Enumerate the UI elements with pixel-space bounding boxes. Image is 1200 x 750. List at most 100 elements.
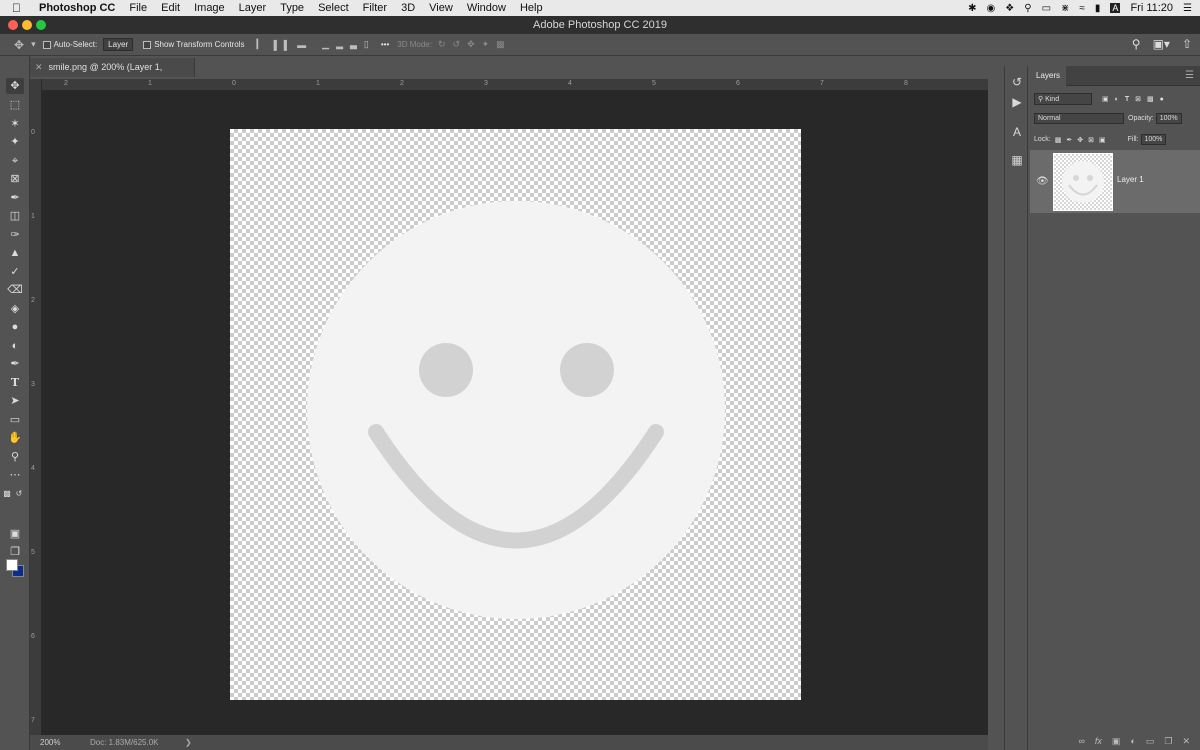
menu-select[interactable]: Select: [318, 2, 349, 14]
filter-toggle-icon[interactable]: ●: [1160, 96, 1164, 103]
new-group-icon[interactable]: ▭: [1146, 736, 1155, 747]
align-bottom-edges-icon[interactable]: ▃: [350, 39, 357, 50]
apple-icon[interactable]: : [12, 1, 32, 15]
close-document-icon[interactable]: ✕: [35, 62, 43, 72]
new-layer-icon[interactable]: ❐: [1164, 736, 1172, 747]
marquee-tool-icon[interactable]: ⬚: [6, 97, 24, 113]
input-source-indicator[interactable]: A: [1110, 3, 1121, 13]
menu-filter[interactable]: Filter: [363, 2, 387, 14]
lock-all-icon[interactable]: ▣: [1099, 136, 1106, 144]
wifi-icon[interactable]: ≈: [1079, 3, 1085, 14]
edit-toolbar-icon[interactable]: ⋯: [6, 467, 24, 483]
healing-brush-tool-icon[interactable]: ◫: [6, 208, 24, 224]
3d-slide-icon[interactable]: ✦: [482, 39, 490, 50]
document-tab[interactable]: ✕smile.png @ 200% (Layer 1, RGB/8): [30, 58, 195, 91]
lock-artboard-icon[interactable]: ⊠: [1088, 136, 1094, 144]
menu-layer[interactable]: Layer: [239, 2, 267, 14]
menu-view[interactable]: View: [429, 2, 453, 14]
filter-shape-icon[interactable]: ⊠: [1135, 95, 1141, 103]
distribute-horizontal-icon[interactable]: ▯: [364, 39, 369, 50]
opacity-field[interactable]: 100%: [1155, 113, 1182, 124]
menu-edit[interactable]: Edit: [161, 2, 180, 14]
filter-smart-object-icon[interactable]: ▩: [1147, 95, 1154, 103]
vertical-ruler[interactable]: 0 1 2 3 4 5 6 7: [30, 79, 42, 735]
bluetooth-icon[interactable]: ✱: [968, 3, 976, 14]
dodge-tool-icon[interactable]: ◐: [6, 338, 24, 354]
paint-bucket-tool-icon[interactable]: ◈: [6, 301, 24, 317]
type-tool-icon[interactable]: T: [6, 375, 24, 391]
history-brush-tool-icon[interactable]: ✓: [6, 264, 24, 280]
properties-panel-icon[interactable]: ▦: [1009, 152, 1025, 168]
link-layers-icon[interactable]: ∞: [1078, 736, 1084, 746]
hand-tool-icon[interactable]: ✋: [6, 430, 24, 446]
filter-adjustment-icon[interactable]: ◐: [1115, 96, 1119, 103]
search-icon[interactable]: ⚲: [1132, 37, 1141, 51]
chevron-down-icon[interactable]: ▾: [31, 39, 36, 50]
distribute-vertical-icon[interactable]: ▬: [297, 40, 306, 50]
layer-style-fx-button[interactable]: fx: [1095, 736, 1102, 746]
zoom-level-field[interactable]: 200%: [30, 738, 90, 747]
align-horizontal-centers-icon[interactable]: ▐: [270, 40, 276, 50]
lasso-tool-icon[interactable]: ✶: [6, 116, 24, 132]
adjustment-layer-icon[interactable]: ◐: [1130, 736, 1135, 746]
battery-icon[interactable]: ▮: [1095, 3, 1101, 14]
menu-3d[interactable]: 3D: [401, 2, 415, 14]
layers-tab[interactable]: Layers: [1030, 66, 1066, 86]
3d-roll-icon[interactable]: ↺: [453, 39, 461, 50]
delete-layer-icon[interactable]: ✕: [1182, 736, 1190, 747]
fill-field[interactable]: 100%: [1140, 134, 1167, 145]
add-mask-icon[interactable]: ▣: [1112, 736, 1121, 747]
auto-select-dropdown[interactable]: Layer: [103, 38, 134, 51]
default-colors-icon[interactable]: ▩: [2, 486, 12, 502]
align-vertical-centers-icon[interactable]: ▂: [336, 39, 343, 50]
align-top-edges-icon[interactable]: ▁: [322, 39, 329, 50]
network-icon[interactable]: ⋇: [1061, 3, 1069, 14]
menu-help[interactable]: Help: [520, 2, 543, 14]
layer-thumbnail[interactable]: [1053, 153, 1113, 211]
menu-window[interactable]: Window: [467, 2, 506, 14]
dropbox-icon[interactable]: ❖: [1005, 3, 1014, 14]
more-options-button[interactable]: •••: [381, 40, 389, 49]
filter-type-icon[interactable]: T: [1125, 96, 1129, 103]
auto-select-checkbox[interactable]: [42, 40, 51, 49]
pen-tool-icon[interactable]: ✒: [6, 356, 24, 372]
clone-stamp-tool-icon[interactable]: ▲: [6, 245, 24, 261]
share-icon[interactable]: ⇧: [1182, 37, 1192, 51]
menu-image[interactable]: Image: [194, 2, 225, 14]
menu-file[interactable]: File: [129, 2, 147, 14]
horizontal-ruler[interactable]: 2 1 0 1 2 3 4 5 6 7 8: [42, 79, 988, 91]
3d-orbit-icon[interactable]: ↻: [438, 39, 446, 50]
actions-panel-icon[interactable]: ▶: [1009, 94, 1025, 110]
path-selection-tool-icon[interactable]: ➤: [6, 393, 24, 409]
character-panel-icon[interactable]: A: [1009, 124, 1025, 140]
zoom-tool-icon[interactable]: ⚲: [6, 449, 24, 465]
show-transform-checkbox[interactable]: [143, 40, 152, 49]
blur-tool-icon[interactable]: ●: [6, 319, 24, 335]
panel-menu-icon[interactable]: ☰: [1185, 70, 1194, 81]
menu-type[interactable]: Type: [280, 2, 304, 14]
filter-pixel-icon[interactable]: ▣: [1102, 95, 1109, 103]
magic-wand-tool-icon[interactable]: ✦: [6, 134, 24, 150]
layer-row[interactable]: 👁 Layer 1: [1030, 150, 1200, 213]
screen-mode-icon[interactable]: ❐: [6, 544, 24, 560]
3d-pan-icon[interactable]: ✥: [467, 39, 475, 50]
document-canvas[interactable]: [230, 129, 801, 700]
brush-tool-icon[interactable]: ✑: [6, 227, 24, 243]
swap-colors-icon[interactable]: ↺: [14, 486, 24, 502]
foreground-color-swatch[interactable]: [6, 559, 18, 571]
app-menu[interactable]: Photoshop CC: [39, 2, 115, 14]
workspace-switcher-icon[interactable]: ▣▾: [1153, 37, 1170, 51]
notification-center-icon[interactable]: ☰: [1183, 3, 1192, 14]
move-tool-preset-icon[interactable]: ✥: [14, 38, 24, 52]
frame-tool-icon[interactable]: ⊠: [6, 171, 24, 187]
spotlight-search-icon[interactable]: ⚲: [1024, 3, 1031, 14]
crop-tool-icon[interactable]: ⌖: [6, 153, 24, 169]
eye-icon[interactable]: 👁: [1036, 176, 1049, 187]
3d-scale-icon[interactable]: ▩: [496, 39, 505, 50]
lock-image-icon[interactable]: ✒: [1066, 136, 1072, 144]
menubar-clock[interactable]: Fri 11:20: [1130, 2, 1173, 14]
layer-name[interactable]: Layer 1: [1117, 175, 1144, 184]
creative-cloud-icon[interactable]: ◉: [987, 3, 996, 14]
history-panel-icon[interactable]: ↺: [1009, 74, 1025, 90]
rectangle-tool-icon[interactable]: ▭: [6, 412, 24, 428]
